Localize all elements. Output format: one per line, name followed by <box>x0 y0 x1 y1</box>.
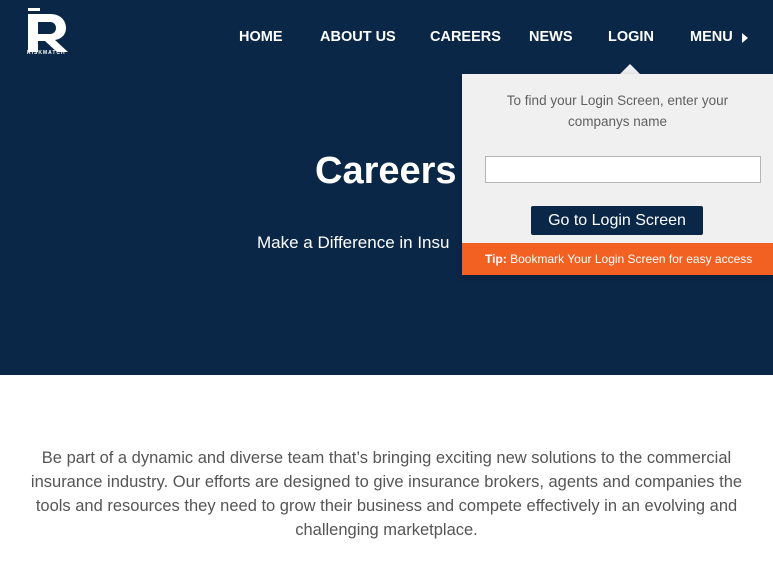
intro-paragraph: Be part of a dynamic and diverse team th… <box>30 449 743 539</box>
tip-text: Bookmark Your Login Screen for easy acce… <box>510 252 753 266</box>
tip-banner: Tip: Bookmark Your Login Screen for easy… <box>462 243 773 275</box>
chevron-right-icon[interactable] <box>742 33 748 43</box>
go-to-login-button[interactable]: Go to Login Screen <box>531 206 703 235</box>
tip-label: Tip: <box>485 252 507 266</box>
dropdown-pointer-icon <box>620 64 640 74</box>
login-instruction: To find your Login Screen, enter your co… <box>506 93 729 129</box>
page-subtitle: Make a Difference in Insu <box>257 233 450 252</box>
nav-menu[interactable]: MENU <box>690 29 733 45</box>
company-name-input[interactable] <box>485 156 761 183</box>
nav-about-us[interactable]: ABOUT US <box>320 29 396 45</box>
nav-news[interactable]: NEWS <box>529 29 573 45</box>
nav-login[interactable]: LOGIN <box>608 29 654 45</box>
logo-wordmark: RISKMATCH <box>27 50 66 56</box>
page-title: Careers <box>315 150 457 192</box>
nav-careers[interactable]: CAREERS <box>430 29 501 45</box>
nav-home[interactable]: HOME <box>239 29 283 45</box>
login-dropdown: To find your Login Screen, enter your co… <box>462 74 773 275</box>
